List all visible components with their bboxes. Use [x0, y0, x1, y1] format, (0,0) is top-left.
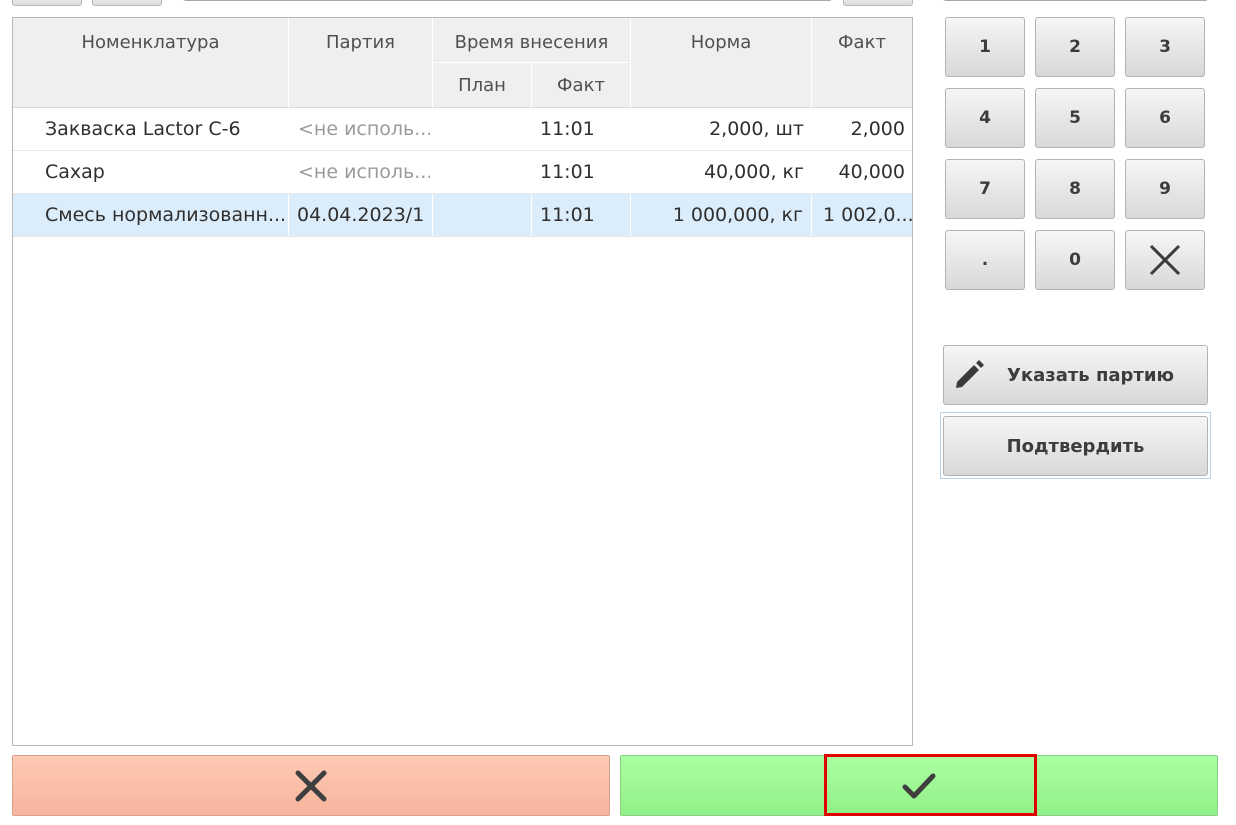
header-batch[interactable]: Партия [289, 18, 433, 108]
key-5[interactable]: 5 [1035, 88, 1115, 148]
key-6[interactable]: 6 [1125, 88, 1205, 148]
top-button-3[interactable] [843, 0, 913, 6]
cell-fact: 40,000 [838, 161, 905, 183]
cell-batch: 04.04.2023/1 [289, 194, 433, 236]
key-1[interactable]: 1 [945, 17, 1025, 77]
key-3[interactable]: 3 [1125, 17, 1205, 77]
specify-batch-button[interactable]: Указать партию [943, 345, 1208, 405]
specify-batch-label: Указать партию [1007, 364, 1174, 386]
cell-name: Сахар [45, 161, 105, 183]
header-plan[interactable]: План [433, 63, 532, 108]
table-header: Номенклатура Партия Время внесения План … [13, 18, 912, 108]
cell-fact: 2,000 [850, 118, 905, 140]
cell-name: Смесь нормализованн... [13, 194, 289, 236]
cell-norm: 2,000, шт [709, 118, 804, 140]
table-row[interactable]: Закваска Lactor C-6 <не исполь... 11:01 … [13, 108, 912, 151]
cell-fact-time: 11:01 [532, 194, 631, 236]
cell-plan [433, 194, 532, 236]
top-button-1[interactable] [12, 0, 82, 6]
header-fact[interactable]: Факт [812, 18, 912, 108]
key-2[interactable]: 2 [1035, 17, 1115, 77]
cell-norm: 1 000,000, кг [631, 194, 812, 236]
close-icon [294, 769, 328, 803]
key-clear-button[interactable] [1125, 230, 1205, 290]
cell-batch: <не исполь... [298, 161, 430, 183]
table-row[interactable]: Сахар <не исполь... 11:01 40,000, кг 40,… [13, 151, 912, 194]
header-fact-time[interactable]: Факт [532, 63, 631, 108]
top-button-2[interactable] [92, 0, 162, 6]
key-7[interactable]: 7 [945, 159, 1025, 219]
cell-fact-time: 11:01 [540, 161, 595, 183]
close-icon [1148, 243, 1182, 277]
confirm-label: Подтвердить [1006, 435, 1145, 457]
top-right-field[interactable] [943, 0, 1208, 1]
table-row-selected[interactable]: Смесь нормализованн... 04.04.2023/1 11:0… [13, 194, 912, 237]
header-nomenclature[interactable]: Номенклатура [13, 18, 289, 108]
key-0[interactable]: 0 [1035, 230, 1115, 290]
cancel-button[interactable] [12, 755, 610, 816]
key-8[interactable]: 8 [1035, 159, 1115, 219]
header-time-group: Время внесения [433, 18, 631, 63]
confirm-button[interactable]: Подтвердить [943, 416, 1208, 476]
cell-plan [433, 108, 532, 150]
ingredients-table: Номенклатура Партия Время внесения План … [12, 17, 913, 746]
top-input-field[interactable] [183, 0, 832, 1]
cell-plan [433, 151, 532, 193]
pencil-icon [952, 358, 986, 392]
cell-fact-time: 11:01 [540, 118, 595, 140]
cell-batch: <не исполь... [298, 118, 430, 140]
cell-name: Закваска Lactor C-6 [45, 118, 241, 140]
cell-fact: 1 002,0... [823, 204, 912, 226]
highlight-box [824, 754, 1037, 816]
key-4[interactable]: 4 [945, 88, 1025, 148]
header-norm[interactable]: Норма [631, 18, 812, 108]
key-9[interactable]: 9 [1125, 159, 1205, 219]
cell-norm: 40,000, кг [703, 161, 804, 183]
key-decimal[interactable]: . [945, 230, 1025, 290]
